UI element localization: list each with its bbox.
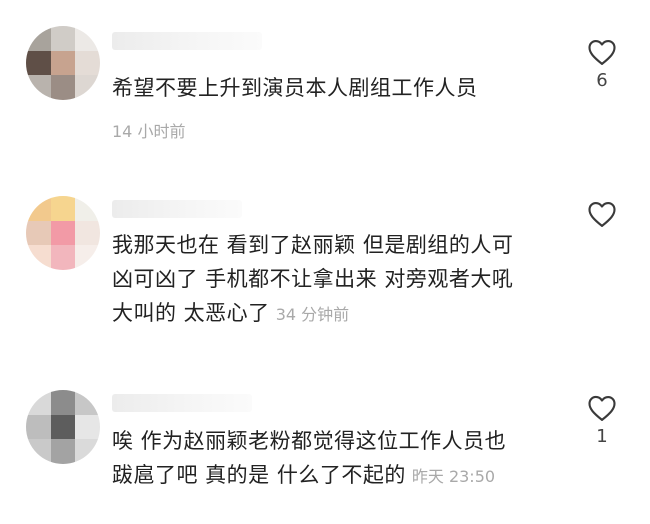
comment-item: 我那天也在 看到了赵丽颖 但是剧组的人可 凶可凶了 手机都不让拿出来 对旁观者大…: [0, 170, 650, 370]
avatar-pixel: [26, 26, 51, 51]
heart-icon: [588, 201, 616, 227]
comment-text: 我那天也在 看到了赵丽颖 但是剧组的人可 凶可凶了 手机都不让拿出来 对旁观者大…: [112, 228, 513, 332]
avatar-pixel: [75, 26, 100, 51]
comment-text: 唉 作为赵丽颖老粉都觉得这位工作人员也 跋扈了吧 真的是 什么了不起的 昨天 23…: [112, 424, 506, 494]
avatar-pixel: [50, 75, 76, 100]
comment-line: 大叫的 太恶心了: [112, 301, 270, 325]
avatar-pixel: [26, 50, 51, 76]
heart-icon: [588, 39, 616, 65]
like-button[interactable]: [580, 200, 624, 232]
comment-timestamp: 34 分钟前: [275, 305, 350, 324]
avatar-pixel: [75, 50, 100, 76]
avatar-pixel: [50, 50, 76, 76]
comment-item: 希望不要上升到演员本人剧组工作人员 14 小时前 6: [0, 0, 650, 170]
avatar-pixel: [75, 196, 100, 221]
avatar-pixel: [75, 439, 100, 464]
username-blurred[interactable]: [112, 200, 242, 218]
avatar-pixel: [75, 220, 100, 246]
username-blurred[interactable]: [112, 32, 262, 50]
heart-icon: [588, 395, 616, 421]
comment-line-with-time: 大叫的 太恶心了 34 分钟前: [112, 296, 513, 332]
avatar[interactable]: [26, 26, 100, 100]
comment-line: 唉 作为赵丽颖老粉都觉得这位工作人员也: [112, 429, 507, 453]
like-count: 6: [596, 70, 608, 91]
avatar-pixel: [50, 26, 76, 51]
avatar-pixel: [50, 439, 76, 464]
comment-line: 跋扈了吧 真的是 什么了不起的: [112, 463, 406, 487]
avatar[interactable]: [26, 390, 100, 464]
comment-line-with-time: 跋扈了吧 真的是 什么了不起的 昨天 23:50: [112, 458, 506, 494]
avatar-pixel: [75, 414, 100, 440]
avatar-pixel: [50, 414, 76, 440]
comment-item: 唉 作为赵丽颖老粉都觉得这位工作人员也 跋扈了吧 真的是 什么了不起的 昨天 23…: [0, 370, 650, 524]
avatar-pixel: [75, 245, 100, 270]
avatar-pixel: [50, 196, 76, 221]
avatar-pixel: [26, 75, 51, 100]
comment-line: 凶可凶了 手机都不让拿出来 对旁观者大吼: [112, 267, 514, 291]
avatar-pixel: [50, 390, 76, 415]
like-button[interactable]: 6: [580, 38, 624, 91]
comment-line: 我那天也在 看到了赵丽颖 但是剧组的人可: [112, 233, 514, 257]
like-button[interactable]: 1: [580, 394, 624, 447]
like-count: 1: [596, 426, 608, 447]
avatar-pixel: [26, 414, 51, 440]
avatar-pixel: [75, 75, 100, 100]
avatar-pixel: [50, 245, 76, 270]
avatar-pixel: [26, 196, 51, 221]
avatar[interactable]: [26, 196, 100, 270]
avatar-pixel: [26, 220, 51, 246]
avatar-pixel: [26, 439, 51, 464]
avatar-pixel: [26, 390, 51, 415]
username-blurred[interactable]: [112, 394, 252, 412]
avatar-pixel: [75, 390, 100, 415]
avatar-pixel: [50, 220, 76, 246]
avatar-pixel: [26, 245, 51, 270]
comment-text: 希望不要上升到演员本人剧组工作人员: [112, 71, 478, 105]
comment-timestamp: 14 小时前: [112, 122, 186, 141]
comment-line: 希望不要上升到演员本人剧组工作人员: [112, 76, 478, 100]
comment-timestamp: 昨天 23:50: [411, 467, 496, 486]
